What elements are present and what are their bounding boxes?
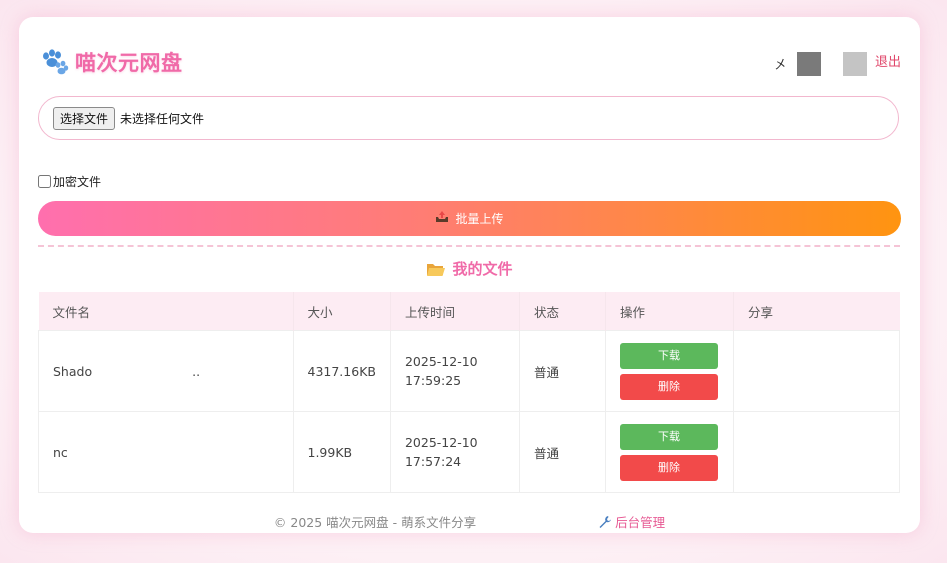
admin-link[interactable]: 后台管理 xyxy=(598,515,665,530)
file-table: 文件名 大小 上传时间 状态 操作 分享 Shado.. 4317.16KB 2… xyxy=(38,292,901,493)
column-header-status: 状态 xyxy=(518,292,606,331)
status-cell: 普通 xyxy=(518,330,606,412)
table-header-row: 文件名 大小 上传时间 状态 操作 分享 xyxy=(38,292,900,331)
batch-upload-button[interactable]: 批量上传 xyxy=(38,201,901,236)
header: 喵次元网盘 㐅 退出 xyxy=(39,47,901,83)
no-file-selected-text: 未选择任何文件 xyxy=(120,111,205,126)
file-input-box[interactable]: 选择文件 未选择任何文件 xyxy=(38,96,899,140)
column-header-size: 大小 xyxy=(292,292,391,331)
encrypt-option[interactable]: 加密文件 xyxy=(38,173,101,190)
delete-button[interactable]: 删除 xyxy=(619,373,718,400)
encrypt-checkbox[interactable] xyxy=(38,175,51,188)
username-text: 㐅 xyxy=(773,57,787,73)
share-cell xyxy=(732,330,901,412)
encrypt-label: 加密文件 xyxy=(53,175,102,189)
share-cell xyxy=(732,411,901,493)
logo: 喵次元网盘 xyxy=(39,47,183,77)
section-divider xyxy=(38,245,900,247)
column-header-actions: 操作 xyxy=(604,292,734,331)
upload-time-cell: 2025-12-10 17:59:25 xyxy=(389,330,520,412)
logout-link[interactable]: 退出 xyxy=(875,51,901,70)
folder-icon xyxy=(426,260,446,278)
column-header-upload-time: 上传时间 xyxy=(389,292,520,331)
batch-upload-label: 批量上传 xyxy=(455,212,504,226)
main-card: 喵次元网盘 㐅 退出 选择文件 未选择任何文件 加密文件 批量上传 我的文件 文… xyxy=(19,17,920,533)
file-name-start: nc xyxy=(53,444,68,460)
upload-time-cell: 2025-12-10 17:57:24 xyxy=(389,411,520,493)
file-name-start: Shado xyxy=(53,363,93,379)
file-name-cell: nc xyxy=(38,411,293,493)
table-row: Shado.. 4317.16KB 2025-12-10 17:59:25 普通… xyxy=(38,330,901,412)
actions-cell: 下载 删除 xyxy=(604,330,734,412)
file-name-cell: Shado.. xyxy=(38,330,293,412)
footer: © 2025 喵次元网盘 - 萌系文件分享 后台管理 xyxy=(19,512,920,531)
file-name-end: .. xyxy=(192,363,201,379)
admin-link-label: 后台管理 xyxy=(615,515,666,530)
wrench-icon xyxy=(598,515,612,529)
avatar xyxy=(796,52,821,76)
file-size-cell: 1.99KB xyxy=(292,411,391,493)
column-header-filename: 文件名 xyxy=(38,292,293,331)
paw-icon xyxy=(39,47,69,77)
table-row: nc 1.99KB 2025-12-10 17:57:24 普通 下载 删除 xyxy=(38,411,901,493)
choose-file-button[interactable]: 选择文件 xyxy=(53,106,116,130)
file-size-cell: 4317.16KB xyxy=(292,330,391,412)
user-area: 㐅 退出 xyxy=(774,47,901,81)
avatar-secondary xyxy=(842,52,867,76)
upload-date: 2025-12-10 xyxy=(404,354,478,369)
upload-date: 2025-12-10 xyxy=(404,435,478,450)
download-button[interactable]: 下载 xyxy=(619,423,718,450)
download-button[interactable]: 下载 xyxy=(619,342,718,369)
upload-tray-icon xyxy=(435,211,449,226)
files-section-header: 我的文件 xyxy=(19,258,920,279)
column-header-share: 分享 xyxy=(732,292,900,331)
delete-button[interactable]: 删除 xyxy=(619,454,718,481)
site-title: 喵次元网盘 xyxy=(75,51,183,75)
copyright-text: © 2025 喵次元网盘 - 萌系文件分享 xyxy=(273,515,477,530)
actions-cell: 下载 删除 xyxy=(604,411,734,493)
redacted-region xyxy=(92,366,193,378)
upload-time: 17:59:25 xyxy=(404,373,462,388)
upload-time: 17:57:24 xyxy=(404,454,462,469)
status-cell: 普通 xyxy=(518,411,606,493)
files-section-title: 我的文件 xyxy=(452,260,513,278)
